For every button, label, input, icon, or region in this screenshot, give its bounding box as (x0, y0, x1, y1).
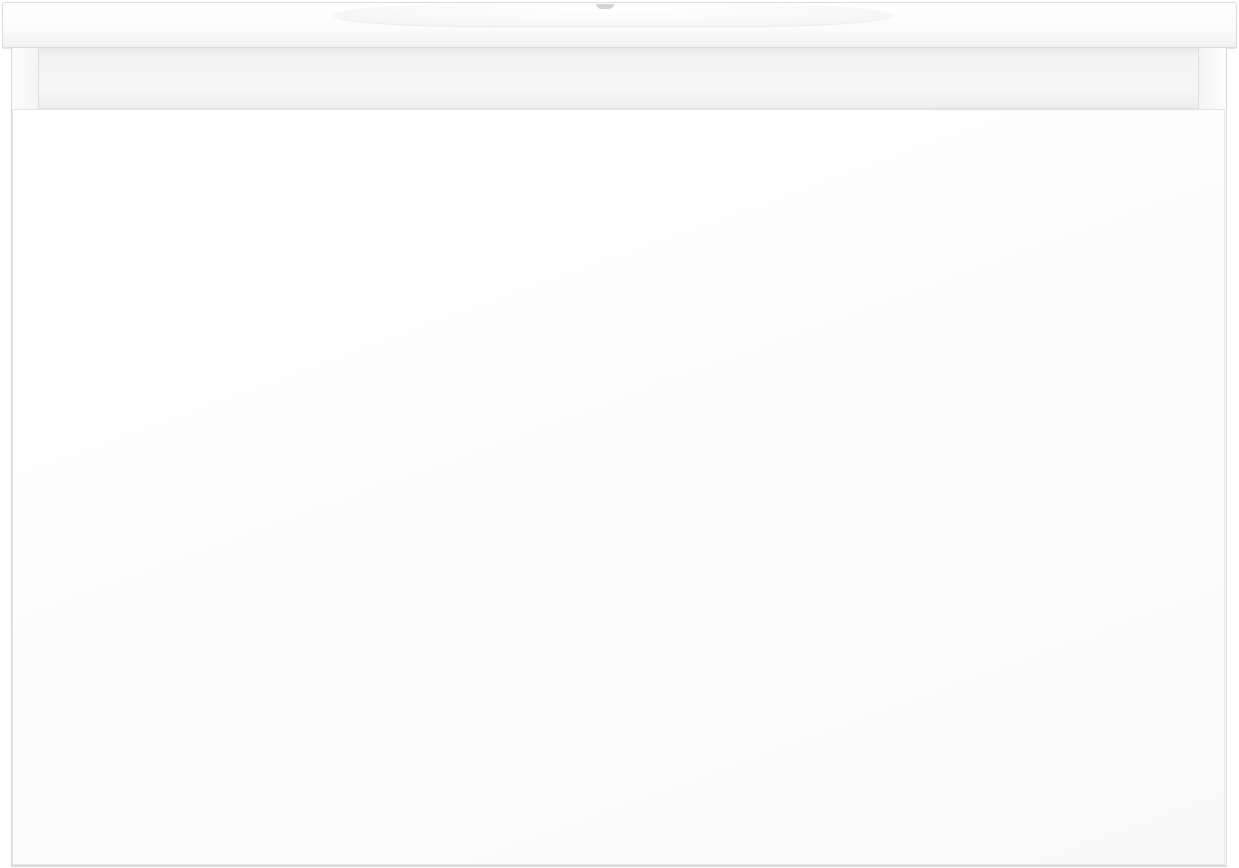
cabinet-side-left (11, 48, 39, 109)
product-image (0, 0, 1239, 868)
handle-recess (39, 48, 1198, 109)
basin-bowl (333, 4, 893, 27)
washbasin-top (2, 2, 1237, 48)
cabinet-bottom-edge (11, 865, 1227, 867)
drawer-front (12, 109, 1225, 865)
cabinet-side-right (1198, 48, 1227, 109)
tap-hole (596, 4, 614, 9)
